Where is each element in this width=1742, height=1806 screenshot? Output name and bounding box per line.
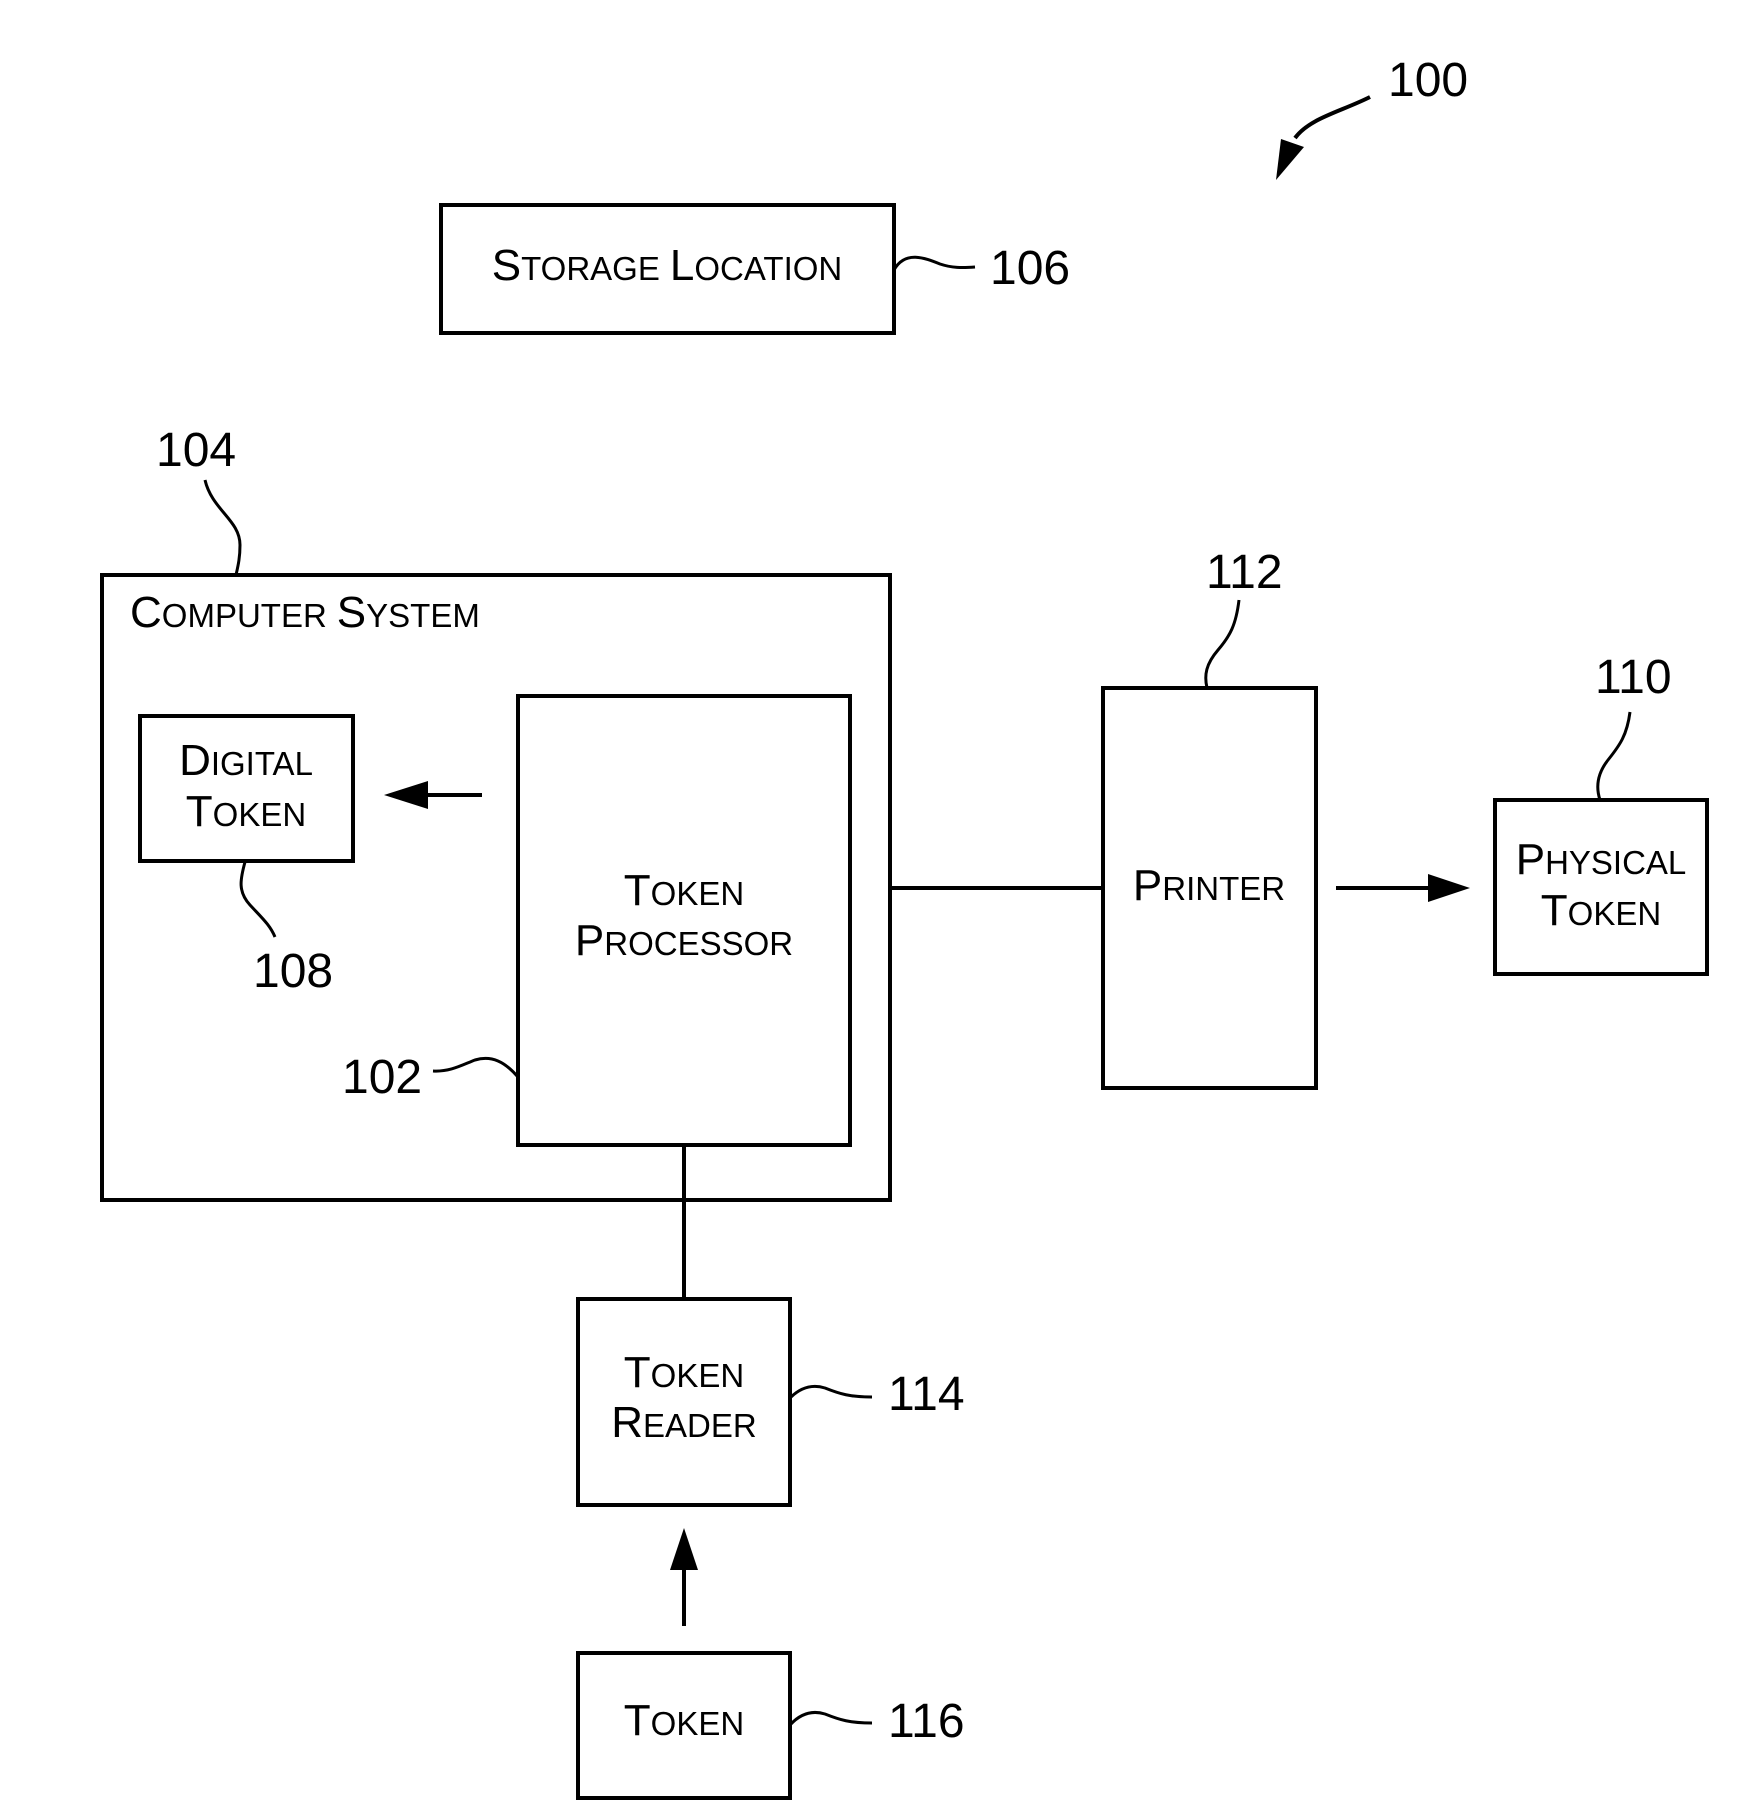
printer-ref: 112 (1206, 546, 1283, 599)
token-block[interactable]: TOKEN 116 (576, 1651, 965, 1800)
figure-reference: 100 (1276, 54, 1468, 180)
figure-pointer-arrow (1293, 95, 1371, 140)
token-to-reader-arrow (670, 1528, 698, 1626)
arrowhead-up (670, 1528, 698, 1570)
block-diagram: 100 STORAGE LOCATION 106 COMPUTER SYSTEM 1… (100, 54, 1709, 1800)
digital-token-ref: 108 (253, 945, 333, 998)
token-reader-block[interactable]: TOKEN READER 114 (576, 1297, 965, 1507)
storage-location-leader (892, 255, 976, 271)
token-reader-box[interactable] (576, 1297, 792, 1507)
digital-token-box[interactable] (138, 714, 355, 863)
arrowhead-right (1428, 874, 1470, 902)
token-processor-ref: 102 (342, 1051, 422, 1104)
computer-system-leader (203, 479, 242, 576)
storage-location-ref: 106 (990, 242, 1070, 295)
printer-block[interactable]: PRINTER 112 (1101, 546, 1318, 1090)
physical-token-leader (1596, 711, 1632, 801)
printer-leader (1204, 599, 1241, 689)
physical-token-box[interactable] (1493, 798, 1709, 976)
computer-system-ref: 104 (156, 424, 236, 477)
token-processor-box[interactable] (516, 694, 852, 1147)
token-leader (788, 1710, 873, 1727)
token-reader-ref: 114 (888, 1368, 965, 1421)
printer-to-physical-token-arrow (1336, 874, 1470, 902)
figure-pointer-arrowhead (1276, 139, 1304, 180)
token-ref: 116 (888, 1695, 965, 1748)
physical-token-ref: 110 (1595, 651, 1672, 704)
figure-reference-number: 100 (1388, 54, 1468, 107)
storage-location-block[interactable]: STORAGE LOCATION 106 (439, 203, 1070, 335)
token-reader-leader (788, 1384, 873, 1400)
physical-token-block[interactable]: PHYSICAL TOKEN 110 (1493, 651, 1709, 976)
